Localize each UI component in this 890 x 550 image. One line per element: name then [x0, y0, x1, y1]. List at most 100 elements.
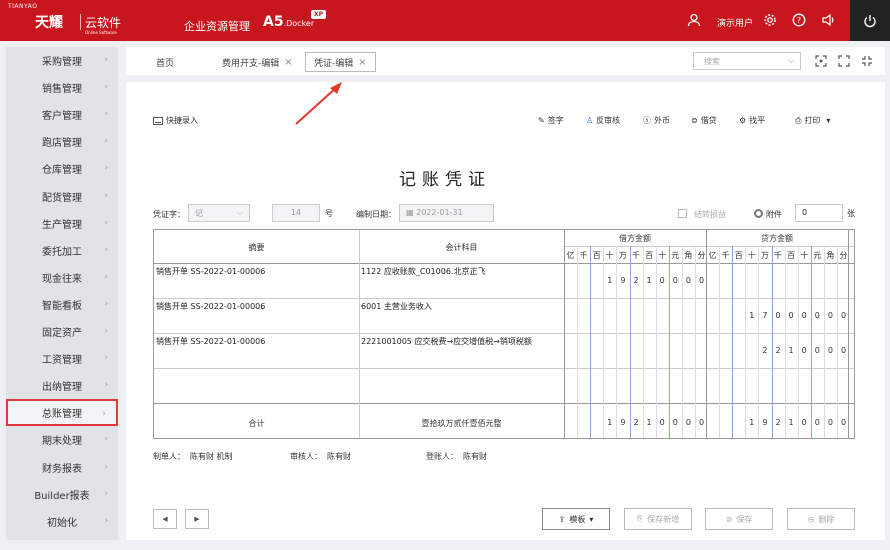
sidebar-item[interactable]: 出纳管理 ›	[6, 372, 118, 399]
total-credit-digit: 2	[775, 418, 781, 427]
sidebar-item[interactable]: 总账管理 ›	[6, 399, 118, 427]
chevron-right-icon: ›	[104, 136, 108, 147]
sidebar-item-label: 现金往来	[42, 273, 82, 285]
sidebar-item[interactable]: 固定资产 ›	[6, 318, 118, 345]
debit-unit-header: 亿	[566, 251, 575, 260]
debit-unit-header: 百	[645, 251, 654, 260]
sidebar-item[interactable]: 销售管理 ›	[6, 74, 118, 101]
table-rule	[154, 263, 854, 264]
summary-cell[interactable]: 销售开单 SS-2022-01-00006	[156, 301, 265, 312]
next-voucher-button[interactable]: ▶	[185, 509, 209, 529]
logo-divider	[80, 14, 81, 30]
speaker-icon[interactable]	[820, 12, 836, 28]
printer-icon: ⎙	[795, 115, 802, 125]
sidebar-item[interactable]: 跑店管理 ›	[6, 128, 118, 155]
close-icon[interactable]: ×	[358, 57, 366, 68]
balance-button[interactable]: ⚙ 找平	[739, 115, 765, 126]
total-debit-digit: 0	[672, 418, 678, 427]
summary-cell[interactable]: 销售开单 SS-2022-01-00006	[156, 266, 265, 277]
credit-digit: 7	[762, 311, 768, 320]
sidebar-item[interactable]: 客户管理 ›	[6, 101, 118, 128]
gear-icon[interactable]	[762, 12, 778, 28]
attach-label: 附件	[766, 210, 782, 219]
help-icon[interactable]: ?	[791, 12, 807, 28]
chevron-right-icon: ›	[104, 55, 108, 65]
total-debit-digit: 0	[698, 418, 705, 427]
chevron-right-icon: ›	[104, 244, 108, 255]
sidebar-item[interactable]: 智能看板 ›	[6, 291, 118, 318]
tab-expense-edit[interactable]: 费用开支-编辑 ×	[222, 52, 293, 72]
save-new-button[interactable]: ⎘ 保存新增	[624, 508, 692, 530]
chevron-right-icon: ›	[104, 109, 108, 120]
power-button[interactable]	[850, 0, 890, 41]
sidebar-item[interactable]: 现金往来 ›	[6, 264, 118, 291]
template-button[interactable]: ⇪ 模板 ▾	[542, 508, 610, 530]
save-button[interactable]: ⊘ 保存	[705, 508, 773, 530]
chevron-right-icon: ›	[104, 298, 108, 309]
sidebar-item[interactable]: 期末处理 ›	[6, 426, 118, 453]
sidebar-item[interactable]: 委托加工 ›	[6, 237, 118, 264]
table-rule	[154, 403, 854, 404]
logo-cloud-text: 云软件	[85, 16, 122, 30]
sidebar-item-label: 总账管理	[42, 409, 82, 421]
voucher-word-select[interactable]: 记 ⌵	[188, 204, 250, 222]
prev-voucher-button[interactable]: ◀	[153, 509, 177, 529]
credit-digit: 0	[788, 311, 794, 320]
sidebar-item[interactable]: 工资管理 ›	[6, 345, 118, 372]
account-cell[interactable]: 6001 主营业务收入	[361, 301, 432, 312]
user-icon[interactable]	[686, 12, 702, 28]
sign-button[interactable]: ✎ 签字	[538, 115, 564, 126]
tab-voucher-edit[interactable]: 凭证-编辑 ×	[305, 52, 376, 72]
credit-unit-header: 万	[760, 251, 769, 260]
delete-button[interactable]: ⊖ 删除	[787, 508, 855, 530]
carry-checkbox[interactable]	[678, 209, 687, 218]
date-field[interactable]: ▦ 2022-01-31	[399, 204, 494, 222]
search-select[interactable]: 搜索 ⌵	[693, 52, 801, 70]
account-cell[interactable]: 1122 应收账款_C01006.北京正飞	[361, 266, 485, 277]
total-debit-digit: 1	[607, 418, 613, 427]
voucher-number-field[interactable]: 14	[272, 204, 320, 222]
currency-button[interactable]: ⓢ 外币	[643, 115, 670, 126]
total-credit-digit: 0	[801, 418, 807, 427]
debit-unit-header: 元	[671, 251, 680, 260]
sidebar-item[interactable]: 财务报表 ›	[6, 454, 118, 481]
fullscreen-icon[interactable]	[837, 54, 851, 68]
total-credit-digit: 0	[827, 418, 833, 427]
sidebar-item[interactable]: Builder报表 ›	[6, 481, 118, 508]
table-rule	[616, 246, 618, 438]
total-debit-digit: 9	[620, 418, 626, 427]
tab-home[interactable]: 首页	[156, 52, 174, 72]
attach-count-field[interactable]: 0	[795, 204, 843, 222]
quick-entry-button[interactable]: 快捷录入	[153, 115, 198, 126]
date-label: 编制日期：	[356, 210, 396, 219]
auditor-label: 审核人：	[290, 452, 322, 461]
locate-icon[interactable]	[814, 54, 828, 68]
user-name[interactable]: 演示用户	[717, 16, 753, 29]
table-rule	[629, 246, 631, 438]
logo-small-text: TIANYAO	[8, 3, 38, 10]
sidebar-item[interactable]: 采购管理 ›	[6, 47, 118, 74]
chevron-right-icon: ›	[104, 515, 108, 526]
sidebar-item-label: 配货管理	[42, 192, 82, 204]
sidebar: 采购管理 › 销售管理 › 客户管理 › 跑店管理 › 仓库管理 › 配货管理 › 生产管理 › 委托加工 ›…	[6, 47, 118, 540]
total-label: 合计	[248, 419, 265, 428]
table-rule	[655, 246, 657, 438]
attach-radio[interactable]	[754, 209, 763, 218]
summary-cell[interactable]: 销售开单 SS-2022-01-00006	[156, 336, 265, 347]
total-amount-words: 壹拾玖万贰仟壹佰元整	[421, 419, 502, 428]
close-icon[interactable]: ×	[284, 57, 292, 68]
table-rule	[706, 230, 707, 438]
unaudit-button[interactable]: ♙ 反审核	[586, 115, 620, 126]
debit-credit-button[interactable]: ⊜ 借贷	[691, 115, 717, 126]
exit-fullscreen-icon[interactable]	[860, 54, 874, 68]
voucher-title: 记账凭证	[399, 170, 491, 190]
account-cell[interactable]: 2221001005 应交税费→应交增值税→销项税额	[361, 336, 532, 347]
table-rule	[823, 246, 825, 438]
chevron-down-icon: ⌵	[236, 208, 243, 217]
sidebar-item[interactable]: 生产管理 ›	[6, 210, 118, 237]
upload-icon: ⇪	[558, 514, 566, 524]
sidebar-item[interactable]: 初始化 ›	[6, 508, 118, 535]
quick-entry-label: 快捷录入	[166, 116, 198, 125]
print-button[interactable]: ⎙ 打印 ▾	[795, 115, 830, 126]
sidebar-item-label: Builder报表	[34, 490, 90, 502]
